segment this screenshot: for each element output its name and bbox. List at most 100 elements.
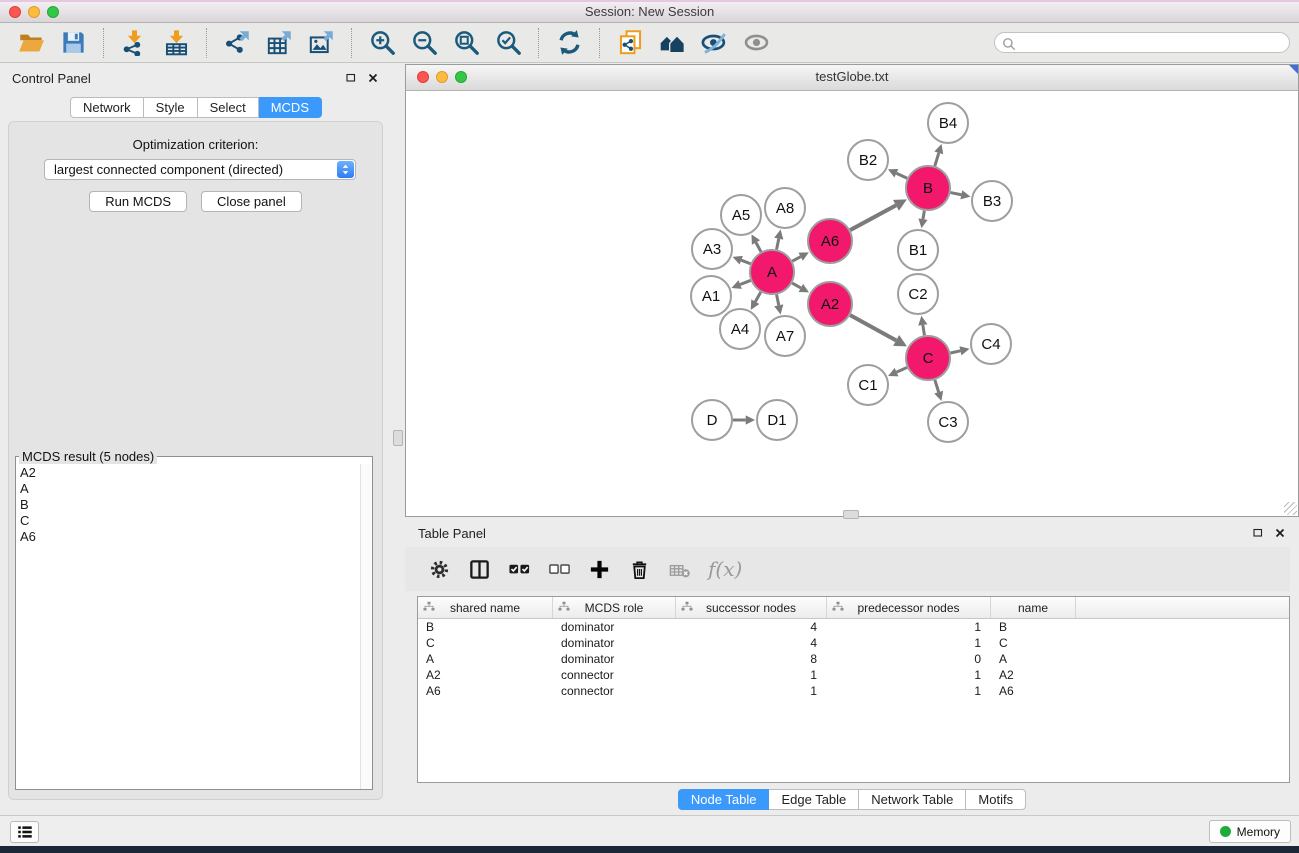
- node-A8[interactable]: A8: [765, 188, 805, 228]
- add-column-button[interactable]: [582, 552, 616, 586]
- column-header-predecessor-nodes[interactable]: predecessor nodes: [827, 597, 991, 618]
- zoom-fit-button[interactable]: [448, 26, 484, 60]
- column-header-name[interactable]: name: [991, 597, 1076, 618]
- edge-A-A6[interactable]: [792, 252, 809, 261]
- search-input[interactable]: [994, 32, 1290, 53]
- column-view-button[interactable]: [462, 552, 496, 586]
- tab-edge-table[interactable]: Edge Table: [769, 789, 859, 810]
- network-from-file-button[interactable]: [612, 26, 648, 60]
- table-row[interactable]: Cdominator41C: [418, 635, 1289, 651]
- show-graphics-details-button[interactable]: [738, 26, 774, 60]
- close-panel-icon[interactable]: [1273, 526, 1287, 540]
- edge-A6-B[interactable]: [850, 199, 907, 230]
- edge-A-A8[interactable]: [774, 230, 783, 250]
- edge-A-A3[interactable]: [733, 256, 751, 265]
- close-panel-button[interactable]: Close panel: [201, 191, 302, 212]
- edge-A-A1[interactable]: [731, 280, 750, 289]
- column-header-shared-name[interactable]: shared name: [418, 597, 553, 618]
- mcds-result-item[interactable]: B: [20, 497, 360, 513]
- edge-A-A2[interactable]: [792, 283, 809, 292]
- node-C1[interactable]: C1: [848, 365, 888, 405]
- export-table-button[interactable]: [261, 26, 297, 60]
- edge-C-C3[interactable]: [934, 380, 943, 401]
- node-B3[interactable]: B3: [972, 181, 1012, 221]
- float-panel-icon[interactable]: [344, 71, 358, 85]
- node-D[interactable]: D: [692, 400, 732, 440]
- node-C3[interactable]: C3: [928, 402, 968, 442]
- result-scrollbar[interactable]: [360, 464, 372, 789]
- table-row[interactable]: A2connector11A2: [418, 667, 1289, 683]
- tab-motifs[interactable]: Motifs: [966, 789, 1026, 810]
- mcds-result-item[interactable]: A: [20, 481, 360, 497]
- node-C[interactable]: C: [906, 336, 950, 380]
- edge-B-B1[interactable]: [918, 211, 927, 229]
- edge-B-B3[interactable]: [951, 190, 971, 199]
- open-folder-button[interactable]: [13, 26, 49, 60]
- node-A6[interactable]: A6: [808, 219, 852, 263]
- vertical-splitter-handle[interactable]: [393, 430, 403, 446]
- zoom-selected-button[interactable]: [490, 26, 526, 60]
- tab-mcds[interactable]: MCDS: [259, 97, 322, 118]
- node-D1[interactable]: D1: [757, 400, 797, 440]
- node-B[interactable]: B: [906, 166, 950, 210]
- edge-C-C1[interactable]: [888, 367, 907, 376]
- select-all-button[interactable]: [502, 552, 536, 586]
- home-button[interactable]: [654, 26, 690, 60]
- refresh-layout-button[interactable]: [551, 26, 587, 60]
- tab-select[interactable]: Select: [198, 97, 259, 118]
- node-C4[interactable]: C4: [971, 324, 1011, 364]
- node-A7[interactable]: A7: [765, 316, 805, 356]
- table-row[interactable]: Bdominator41B: [418, 619, 1289, 635]
- node-B1[interactable]: B1: [898, 230, 938, 270]
- export-network-button[interactable]: [219, 26, 255, 60]
- edge-B-B4[interactable]: [934, 144, 943, 166]
- node-B2[interactable]: B2: [848, 140, 888, 180]
- edge-A-A5[interactable]: [752, 234, 762, 251]
- tab-network[interactable]: Network: [70, 97, 144, 118]
- criterion-dropdown[interactable]: largest connected component (directed): [44, 159, 356, 180]
- node-A1[interactable]: A1: [691, 276, 731, 316]
- table-row[interactable]: A6connector11A6: [418, 683, 1289, 699]
- node-A2[interactable]: A2: [808, 282, 852, 326]
- zoom-out-button[interactable]: [406, 26, 442, 60]
- network-canvas[interactable]: B4 B2 B B3 A5A8A6 B1 A3 A C2 A1 A2 A4A7 C4 C C1 D D1 C3: [406, 91, 1298, 516]
- delete-column-button[interactable]: [622, 552, 656, 586]
- mcds-result-item[interactable]: A6: [20, 529, 360, 545]
- zoom-in-button[interactable]: [364, 26, 400, 60]
- save-session-button[interactable]: [55, 26, 91, 60]
- edge-A2-C[interactable]: [850, 315, 907, 346]
- node-A4[interactable]: A4: [720, 309, 760, 349]
- hide-graphics-details-button[interactable]: [696, 26, 732, 60]
- node-C2[interactable]: C2: [898, 274, 938, 314]
- edge-C-C2[interactable]: [918, 316, 927, 336]
- table-settings-button[interactable]: [422, 552, 456, 586]
- edge-B-B2[interactable]: [888, 169, 907, 178]
- node-B4[interactable]: B4: [928, 103, 968, 143]
- close-panel-icon[interactable]: [366, 71, 380, 85]
- tab-style[interactable]: Style: [144, 97, 198, 118]
- mcds-result-item[interactable]: A2: [20, 465, 360, 481]
- column-header-successor-nodes[interactable]: successor nodes: [676, 597, 827, 618]
- resize-gripper[interactable]: [1284, 502, 1297, 515]
- task-history-button[interactable]: [10, 821, 39, 843]
- column-header-MCDS-role[interactable]: MCDS role: [553, 597, 676, 618]
- edge-A-A7[interactable]: [774, 295, 783, 315]
- tab-network-table[interactable]: Network Table: [859, 789, 966, 810]
- edge-D-D1[interactable]: [733, 415, 755, 424]
- import-network-button[interactable]: [116, 26, 152, 60]
- node-A[interactable]: A: [750, 250, 794, 294]
- edge-C-C4[interactable]: [950, 346, 969, 355]
- horizontal-splitter-handle[interactable]: [843, 510, 859, 519]
- float-panel-icon[interactable]: [1251, 526, 1265, 540]
- deselect-all-button[interactable]: [542, 552, 576, 586]
- node-A3[interactable]: A3: [692, 229, 732, 269]
- node-A5[interactable]: A5: [721, 195, 761, 235]
- mcds-result-item[interactable]: C: [20, 513, 360, 529]
- memory-button[interactable]: Memory: [1209, 820, 1291, 843]
- edge-A-A4[interactable]: [751, 292, 761, 310]
- export-image-button[interactable]: [303, 26, 339, 60]
- run-mcds-button[interactable]: Run MCDS: [89, 191, 187, 212]
- tab-node-table[interactable]: Node Table: [678, 789, 770, 810]
- import-table-button[interactable]: [158, 26, 194, 60]
- table-row[interactable]: Adominator80A: [418, 651, 1289, 667]
